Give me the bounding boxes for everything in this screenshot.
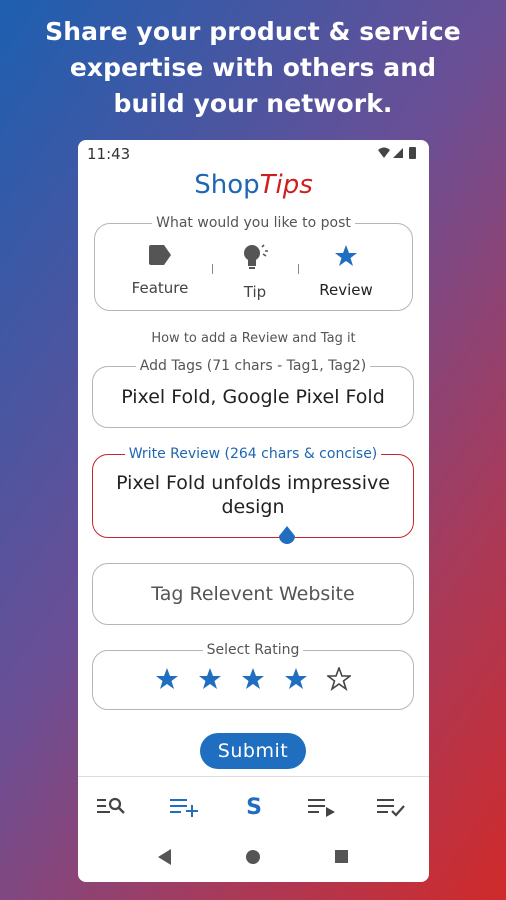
play-list-icon[interactable] [306, 793, 340, 819]
promo-headline-line: Share your product & service [45, 17, 461, 46]
battery-icon [409, 147, 416, 159]
app-logo-shop: Shop [194, 170, 260, 200]
wifi-icon [378, 147, 390, 158]
bottom-tab-bar: S [78, 776, 429, 832]
status-time: 11:43 [87, 145, 131, 163]
label-icon [149, 245, 171, 265]
rating-legend: Select Rating [202, 642, 304, 658]
rating-stars [93, 667, 413, 691]
tags-legend: Add Tags (71 chars - Tag1, Tag2) [135, 358, 371, 374]
checklist-icon[interactable] [375, 793, 409, 819]
promo-headline: Share your product & service expertise w… [0, 14, 506, 122]
rating-star-filled[interactable] [198, 667, 222, 691]
post-type-tip[interactable]: Tip [210, 244, 300, 301]
app-logo: ShopTips [78, 170, 429, 200]
tags-field[interactable]: Add Tags (71 chars - Tag1, Tag2) Pixel F… [92, 358, 414, 428]
post-type-selector: What would you like to post Feature Tip … [94, 215, 413, 311]
search-list-icon[interactable] [95, 793, 129, 819]
home-icon[interactable] [246, 850, 260, 864]
recents-icon[interactable] [335, 850, 348, 863]
rating-star-filled[interactable] [155, 667, 179, 691]
review-text-line[interactable]: Pixel Fold unfolds impressive [93, 472, 413, 494]
post-type-tip-label: Tip [243, 283, 267, 301]
back-icon[interactable] [158, 849, 171, 865]
submit-button[interactable]: Submit [200, 733, 306, 769]
star-icon [335, 245, 357, 266]
post-type-legend: What would you like to post [152, 215, 355, 231]
status-icons [377, 146, 419, 165]
review-legend: Write Review (264 chars & concise) [124, 446, 382, 462]
lightbulb-icon [244, 244, 268, 269]
tags-input-value[interactable]: Pixel Fold, Google Pixel Fold [93, 386, 413, 408]
svg-text:S: S [246, 795, 262, 819]
post-type-feature[interactable]: Feature [115, 244, 205, 297]
post-type-review-label: Review [319, 281, 373, 299]
website-field[interactable]: Tag Relevent Website [92, 563, 414, 625]
promo-headline-line: build your network. [113, 89, 393, 118]
signal-icon [393, 148, 403, 158]
shoptips-s-icon[interactable]: S [237, 793, 271, 819]
promo-headline-line: expertise with others and [69, 53, 437, 82]
website-placeholder[interactable]: Tag Relevent Website [93, 583, 413, 605]
system-nav-bar [78, 832, 429, 882]
post-type-review[interactable]: Review [301, 244, 391, 299]
add-list-icon[interactable] [168, 793, 202, 819]
review-text-line[interactable]: design [93, 496, 413, 518]
howto-link[interactable]: How to add a Review and Tag it [78, 331, 429, 346]
app-logo-tips: Tips [259, 170, 313, 200]
review-field[interactable]: Write Review (264 chars & concise) Pixel… [92, 446, 414, 538]
post-type-feature-label: Feature [131, 279, 189, 297]
status-bar: 11:43 [78, 140, 429, 166]
rating-star-filled[interactable] [241, 667, 265, 691]
divider [298, 264, 299, 274]
rating-star-filled[interactable] [284, 667, 308, 691]
rating-field: Select Rating [92, 642, 414, 710]
text-cursor-handle[interactable] [277, 525, 297, 547]
phone-screen: 11:43 ShopTips What would you like to po… [78, 140, 429, 882]
rating-star-empty[interactable] [327, 667, 351, 691]
